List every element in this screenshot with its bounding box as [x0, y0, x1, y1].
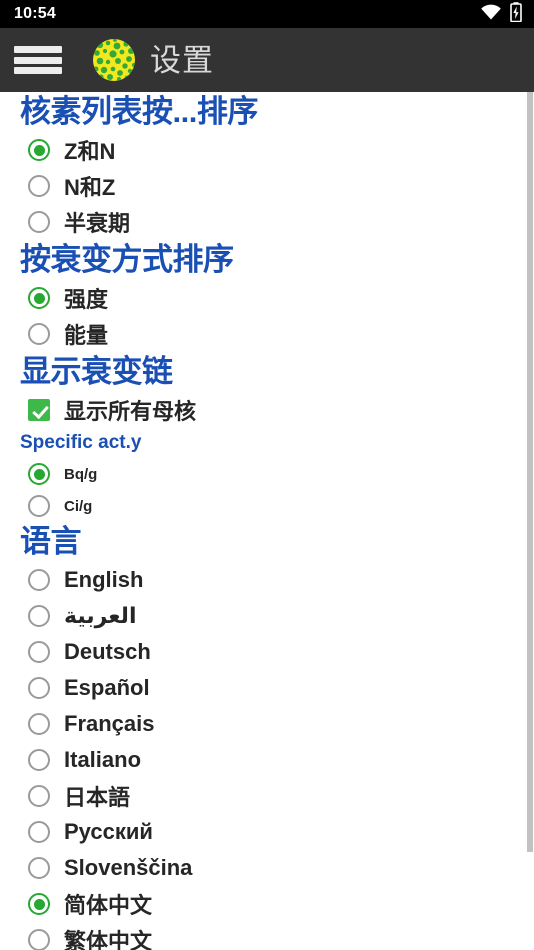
radio-row-language[interactable]: Italiano — [0, 742, 534, 778]
radio-button-language-8[interactable] — [28, 857, 50, 879]
radio-row-specific-activity[interactable]: Bq/g — [0, 458, 534, 490]
app-bar: 设置 — [0, 28, 534, 92]
scrollbar[interactable] — [527, 92, 534, 950]
settings-section-show-decay-chain: 显示衰变链显示所有母核 — [0, 352, 534, 428]
radio-row-language[interactable]: English — [0, 562, 534, 598]
settings-screen: 10:54 设置 核素列表按...排序 Z和N N和Z 半衰期 按衰变方式排序 … — [0, 0, 534, 950]
radio-row-language[interactable]: Русский — [0, 814, 534, 850]
radio-button-language-6[interactable] — [28, 785, 50, 807]
option-label: 显示所有母核 — [64, 399, 197, 424]
option-label: Español — [64, 675, 150, 700]
option-label: 半衰期 — [64, 211, 131, 236]
section-header-nuclide-list-sort: 核素列表按...排序 — [20, 94, 258, 129]
hamburger-menu-icon[interactable] — [14, 43, 62, 77]
battery-charging-icon — [510, 1, 522, 27]
radio-button-language-2[interactable] — [28, 641, 50, 663]
status-clock: 10:54 — [14, 5, 56, 22]
radio-button-language-10[interactable] — [28, 929, 50, 950]
radio-button-nuclide-list-sort-1[interactable] — [28, 175, 50, 197]
radio-row-language[interactable]: 日本語 — [0, 778, 534, 814]
nuclide-app-logo-icon — [92, 38, 136, 82]
option-label: Z和N — [64, 139, 116, 164]
settings-section-nuclide-list-sort: 核素列表按...排序 Z和N N和Z 半衰期 — [0, 92, 534, 240]
radio-button-specific-activity-1[interactable] — [28, 495, 50, 517]
radio-button-language-5[interactable] — [28, 749, 50, 771]
section-header-specific-activity: Specific act.y — [20, 432, 142, 453]
status-bar: 10:54 — [0, 0, 534, 28]
option-label: 繁体中文 — [64, 929, 153, 950]
radio-row-language[interactable]: العربية — [0, 598, 534, 634]
status-icon-tray — [480, 1, 522, 27]
section-header-language: 语言 — [20, 524, 82, 559]
option-label: Русский — [64, 819, 153, 844]
option-label: Français — [64, 711, 155, 736]
option-label: English — [64, 567, 144, 592]
radio-row-decay-mode-sort[interactable]: 强度 — [0, 280, 534, 316]
settings-section-specific-activity: Specific act.y Bq/g Ci/g — [0, 428, 534, 522]
checkbox-row-show-decay-chain[interactable]: 显示所有母核 — [0, 392, 534, 428]
option-label: العربية — [64, 603, 137, 628]
option-label: Italiano — [64, 747, 142, 772]
radio-button-nuclide-list-sort-2[interactable] — [28, 211, 50, 233]
radio-row-language[interactable]: 繁体中文 — [0, 922, 534, 950]
radio-row-language[interactable]: Español — [0, 670, 534, 706]
radio-button-language-0[interactable] — [28, 569, 50, 591]
option-label: Bq/g — [64, 465, 98, 483]
checkbox-show-decay-chain-0[interactable] — [28, 399, 50, 421]
settings-sections: 核素列表按...排序 Z和N N和Z 半衰期按衰变方式排序强度能量显示衰变链显示所有母… — [0, 92, 534, 950]
radio-row-nuclide-list-sort[interactable]: Z和N — [0, 132, 534, 168]
radio-row-specific-activity[interactable]: Ci/g — [0, 490, 534, 522]
radio-button-specific-activity-0[interactable] — [28, 463, 50, 485]
radio-row-language[interactable]: Deutsch — [0, 634, 534, 670]
option-label: 强度 — [64, 287, 109, 312]
option-label: 日本語 — [64, 785, 131, 810]
section-header-show-decay-chain: 显示衰变链 — [20, 354, 173, 389]
radio-button-decay-mode-sort-0[interactable] — [28, 287, 50, 309]
option-label: 简体中文 — [64, 893, 153, 918]
settings-content: 核素列表按...排序 Z和N N和Z 半衰期按衰变方式排序强度能量显示衰变链显示所有母… — [0, 92, 534, 950]
option-label: N和Z — [64, 175, 116, 200]
option-label: 能量 — [64, 323, 109, 348]
radio-row-language[interactable]: 简体中文 — [0, 886, 534, 922]
radio-button-language-1[interactable] — [28, 605, 50, 627]
section-header-decay-mode-sort: 按衰变方式排序 — [20, 242, 234, 277]
radio-row-language[interactable]: Slovenščina — [0, 850, 534, 886]
radio-button-decay-mode-sort-1[interactable] — [28, 323, 50, 345]
settings-section-language: 语言 English العربية Deutsch Español Français It… — [0, 522, 534, 950]
radio-row-nuclide-list-sort[interactable]: N和Z — [0, 168, 534, 204]
radio-row-decay-mode-sort[interactable]: 能量 — [0, 316, 534, 352]
settings-section-decay-mode-sort: 按衰变方式排序强度能量 — [0, 240, 534, 352]
radio-row-nuclide-list-sort[interactable]: 半衰期 — [0, 204, 534, 240]
radio-button-language-7[interactable] — [28, 821, 50, 843]
radio-button-language-3[interactable] — [28, 677, 50, 699]
radio-button-nuclide-list-sort-0[interactable] — [28, 139, 50, 161]
page-title: 设置 — [150, 42, 214, 78]
option-label: Ci/g — [64, 497, 93, 515]
radio-button-language-4[interactable] — [28, 713, 50, 735]
option-label: Deutsch — [64, 639, 151, 664]
option-label: Slovenščina — [64, 855, 193, 880]
radio-button-language-9[interactable] — [28, 893, 50, 915]
wifi-icon — [480, 4, 502, 25]
radio-row-language[interactable]: Français — [0, 706, 534, 742]
scrollbar-thumb[interactable] — [527, 92, 533, 852]
